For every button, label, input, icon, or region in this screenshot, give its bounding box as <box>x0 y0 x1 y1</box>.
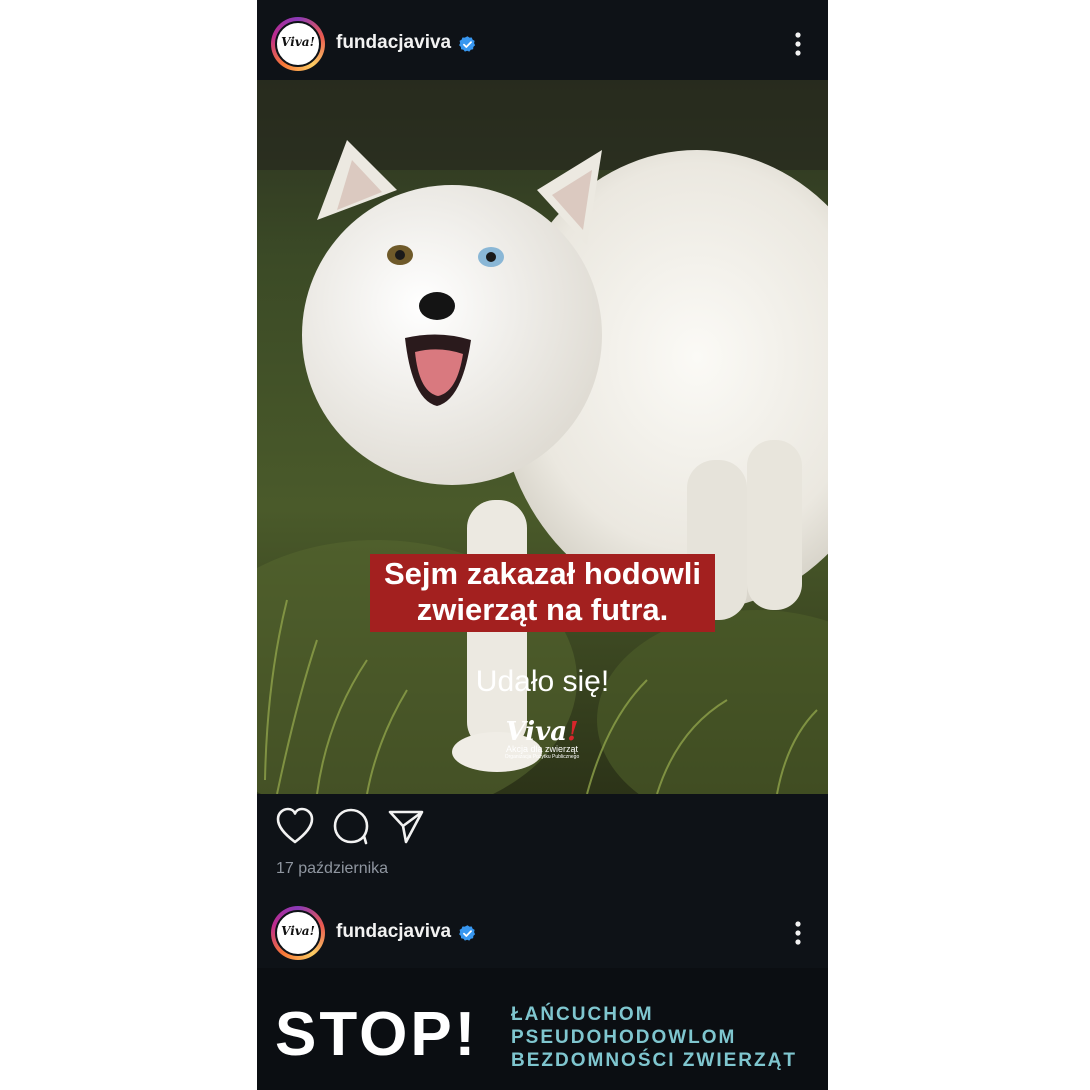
more-options-icon[interactable] <box>788 28 808 60</box>
post-date: 17 października <box>276 860 389 877</box>
caption-line-2: zwierząt na futra. <box>416 592 669 627</box>
post-header: Viva! fundacjaviva <box>257 0 828 80</box>
avatar[interactable]: Viva! <box>271 17 325 71</box>
instagram-feed: Viva! fundacjaviva Sejm zakazał hodowli … <box>257 0 828 1090</box>
share-icon[interactable] <box>386 806 426 848</box>
avatar-logo: Viva! <box>281 924 315 938</box>
logo-subtitle: Akcja dla zwierząt <box>505 744 579 754</box>
stop-list: ŁAŃCUCHOM PSEUDOHODOWLOM BEZDOMNOŚCI ZWI… <box>511 1003 797 1072</box>
stop-line-2: PSEUDOHODOWLOM <box>511 1027 737 1048</box>
stop-line-3: BEZDOMNOŚCI ZWIERZĄT <box>511 1050 797 1071</box>
stop-line-1: ŁAŃCUCHOM <box>511 1004 654 1025</box>
avatar[interactable]: Viva! <box>271 906 325 960</box>
more-options-icon[interactable] <box>788 917 808 949</box>
post-photo[interactable]: Sejm zakazał hodowli zwierząt na futra. … <box>257 80 828 794</box>
comment-icon[interactable] <box>331 806 371 848</box>
logo-subtitle-2: Organizacja Pożytku Publicznego <box>504 754 580 760</box>
post-header: Viva! fundacjaviva <box>257 889 828 969</box>
username[interactable]: fundacjaviva <box>336 921 451 943</box>
verified-badge-icon <box>459 36 476 52</box>
success-text: Udało się! <box>475 665 610 698</box>
verified-badge-icon <box>459 925 476 941</box>
avatar-logo: Viva! <box>281 35 315 49</box>
username[interactable]: fundacjaviva <box>336 32 451 54</box>
viva-logo: Viva! Akcja dla zwierząt Organizacja Poż… <box>497 719 587 760</box>
caption-line-1: Sejm zakazał hodowli <box>384 556 701 591</box>
heart-icon[interactable] <box>275 806 315 848</box>
caption-text: Sejm zakazał hodowli zwierząt na futra. <box>370 556 715 628</box>
post-actions <box>257 806 828 850</box>
stop-heading: STOP! <box>275 1000 479 1069</box>
